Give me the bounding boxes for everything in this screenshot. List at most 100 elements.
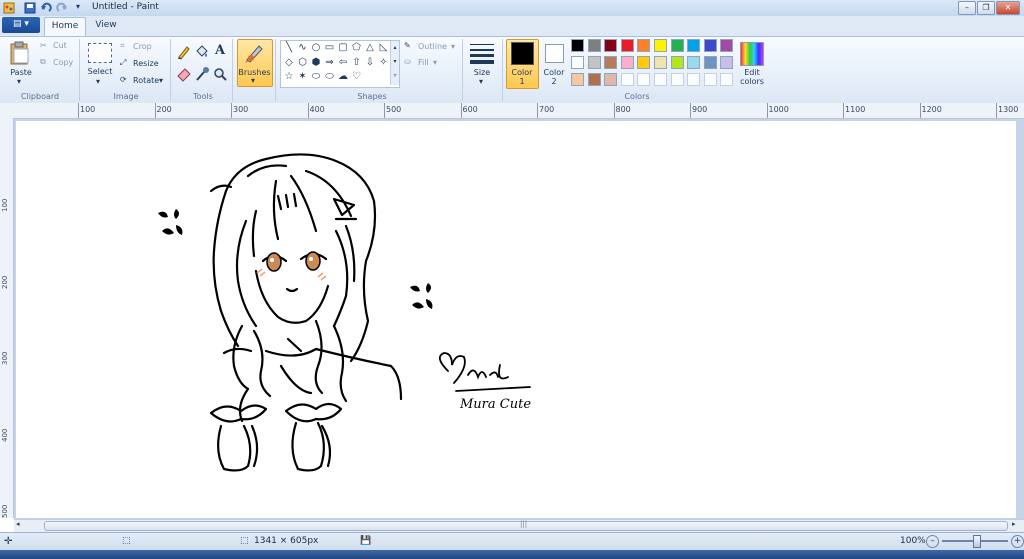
palette-swatch[interactable] (571, 73, 584, 86)
select-dropdown-icon[interactable]: ▾ (96, 77, 100, 86)
size-dropdown-icon[interactable]: ▾ (479, 77, 483, 86)
color-picker-icon[interactable] (194, 66, 210, 82)
outline-dropdown-icon[interactable]: ▾ (451, 42, 455, 51)
palette-swatch-empty[interactable] (654, 73, 667, 86)
drawing-canvas[interactable]: Mura Cute (16, 121, 1016, 518)
tab-home[interactable]: Home (44, 17, 86, 37)
palette-swatch[interactable] (720, 56, 734, 69)
palette-swatch[interactable] (687, 39, 701, 52)
palette-swatch-empty[interactable] (620, 73, 634, 86)
save-icon[interactable] (24, 2, 36, 14)
tab-view[interactable]: View (88, 17, 124, 35)
shape-item[interactable]: ✧ (378, 57, 390, 68)
pencil-icon[interactable] (176, 44, 192, 60)
rotate-dropdown-icon[interactable]: ▾ (159, 76, 163, 85)
outline-button[interactable]: Outline (418, 42, 447, 51)
shape-item[interactable]: ☆ (283, 71, 295, 82)
paste-button[interactable]: Paste (8, 68, 34, 77)
palette-swatch[interactable] (587, 39, 601, 52)
palette-swatch[interactable] (571, 39, 584, 52)
shape-item[interactable]: ✶ (297, 71, 309, 82)
select-button[interactable]: Select (87, 67, 113, 76)
palette-swatch[interactable] (703, 39, 717, 52)
shape-item[interactable]: ◇ (283, 57, 295, 68)
palette-swatch-empty[interactable] (703, 73, 717, 86)
palette-swatch[interactable] (654, 39, 667, 52)
shape-item[interactable]: ⇒ (324, 57, 336, 68)
palette-swatch-empty[interactable] (720, 73, 734, 86)
palette-swatch-empty[interactable] (670, 73, 684, 86)
color2-label[interactable]: Color (539, 68, 569, 77)
edit-colors-label-2[interactable]: colors (736, 77, 768, 86)
color2-swatch[interactable] (545, 44, 564, 63)
palette-swatch-empty[interactable] (637, 73, 651, 86)
edit-colors-label[interactable]: Edit (736, 68, 768, 77)
shape-item[interactable]: ⇦ (337, 57, 349, 68)
palette-swatch[interactable] (637, 39, 651, 52)
zoom-in-button[interactable]: + (1011, 535, 1024, 548)
shape-item[interactable]: ⇩ (364, 57, 376, 68)
undo-icon[interactable] (40, 2, 52, 14)
quick-access-dropdown-icon[interactable]: ▾ (72, 2, 84, 14)
palette-swatch[interactable] (720, 39, 734, 52)
paint-app-icon[interactable] (3, 2, 15, 14)
shape-item[interactable]: ∿ (297, 42, 309, 53)
shape-item[interactable]: ▭ (324, 42, 336, 53)
palette-swatch[interactable] (604, 56, 618, 69)
palette-swatch[interactable] (620, 56, 634, 69)
fill-dropdown-icon[interactable]: ▾ (433, 58, 437, 67)
palette-swatch[interactable] (604, 39, 618, 52)
file-menu-button[interactable]: ▤ ▾ (2, 17, 40, 33)
resize-button[interactable]: Resize (133, 59, 159, 68)
close-button[interactable]: ✕ (996, 1, 1020, 15)
magnifier-icon[interactable] (212, 66, 228, 82)
shape-item[interactable]: ○ (310, 42, 322, 53)
shape-item[interactable]: ◺ (378, 42, 390, 53)
shape-item[interactable]: ⇧ (351, 57, 363, 68)
shape-item[interactable]: △ (364, 42, 376, 53)
fill-bucket-icon[interactable] (194, 44, 210, 60)
cut-button[interactable]: Cut (53, 41, 67, 50)
palette-swatch[interactable] (620, 39, 634, 52)
minimize-button[interactable]: – (958, 1, 976, 15)
zoom-out-button[interactable]: – (926, 535, 939, 548)
redo-icon[interactable] (56, 2, 68, 14)
edit-colors-icon[interactable] (740, 42, 764, 66)
palette-swatch[interactable] (670, 56, 684, 69)
scroll-right-icon[interactable]: ▸ (1012, 520, 1016, 528)
shapes-gallery-scroll[interactable]: ▴ ▾ ▿ (390, 41, 399, 85)
shape-item[interactable]: ⬢ (310, 57, 322, 68)
size-icon[interactable] (469, 42, 495, 64)
palette-swatch[interactable] (571, 56, 584, 69)
maximize-button[interactable]: ❐ (977, 1, 995, 15)
shape-item[interactable]: ▢ (337, 42, 349, 53)
palette-swatch[interactable] (703, 56, 717, 69)
copy-button[interactable]: Copy (53, 58, 73, 67)
rotate-button[interactable]: Rotate (133, 76, 159, 85)
select-icon[interactable] (88, 43, 112, 63)
shape-item[interactable]: ╲ (283, 42, 295, 53)
palette-swatch[interactable] (637, 56, 651, 69)
zoom-slider-thumb[interactable] (973, 535, 981, 548)
shape-item[interactable]: ⬠ (351, 42, 363, 53)
eraser-icon[interactable] (176, 66, 192, 82)
shape-item[interactable]: ☁ (337, 71, 349, 82)
scroll-left-icon[interactable]: ◂ (16, 520, 20, 528)
text-tool-icon[interactable]: A (212, 43, 228, 59)
paste-dropdown-icon[interactable]: ▾ (17, 77, 21, 86)
palette-swatch[interactable] (587, 73, 601, 86)
palette-swatch-empty[interactable] (687, 73, 701, 86)
paste-icon[interactable] (8, 40, 32, 66)
palette-swatch[interactable] (670, 39, 684, 52)
shape-item[interactable]: ♡ (351, 71, 363, 82)
fill-button[interactable]: Fill (418, 58, 429, 67)
size-button[interactable]: Size (470, 68, 494, 77)
palette-swatch[interactable] (687, 56, 701, 69)
shape-item[interactable]: ⬡ (297, 57, 309, 68)
palette-swatch[interactable] (587, 56, 601, 69)
palette-swatch[interactable] (654, 56, 667, 69)
brushes-dropdown-icon[interactable]: ▾ (251, 76, 255, 85)
shape-item[interactable]: ⬭ (324, 71, 336, 82)
palette-swatch[interactable] (604, 73, 618, 86)
shape-item[interactable]: ⬭ (310, 71, 322, 82)
